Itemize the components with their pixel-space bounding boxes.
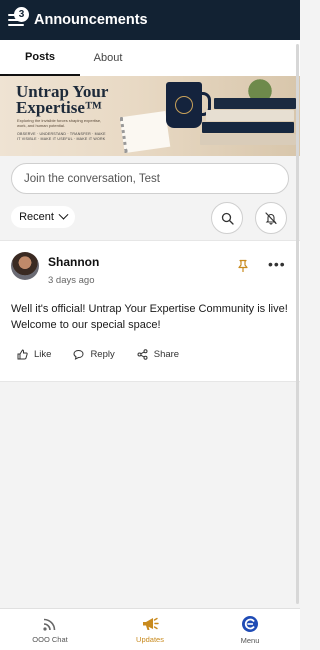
more-options-icon[interactable]: ••• [268,257,286,271]
share-icon [137,349,148,360]
nav-ooo-chat[interactable]: OOO Chat [0,609,100,650]
rss-icon [43,618,56,631]
book-illustration [206,110,294,121]
avatar[interactable] [11,252,39,280]
chevron-down-icon [58,209,69,220]
composer-field[interactable] [11,163,289,194]
reply-label: Reply [90,349,115,360]
pin-icon [238,259,248,272]
bottom-navigation: OOO Chat Updates Menu [0,608,300,650]
menu-button[interactable]: 3 [8,7,30,31]
search-button[interactable] [211,202,243,234]
mug-illustration [166,82,211,128]
post-author[interactable]: Shannon [48,255,99,269]
banner-title: Untrap Your Expertise™ [16,82,109,117]
nav-label: Updates [136,635,164,644]
tab-posts[interactable]: Posts [0,40,80,76]
sort-label: Recent [19,211,54,223]
cover-banner: Untrap Your Expertise™ Exploring the inv… [0,76,300,156]
composer-input[interactable] [24,172,274,185]
banner-subtitle: Exploring the invisible forces shaping e… [17,118,102,128]
top-bar: 3 Announcements [0,0,300,40]
banner-keywords: OBSERVE · UNDERSTAND · TRANSFER · MAKE I… [17,132,106,141]
thumbs-up-icon [17,349,28,360]
book-illustration [214,98,296,109]
chat-bubble-icon [73,349,84,360]
search-icon [221,212,234,225]
post-card[interactable]: Shannon 3 days ago ••• Well it's officia… [0,240,300,382]
share-button[interactable]: Share [137,349,179,360]
notebook-illustration [119,110,171,154]
notification-badge: 3 [14,7,29,22]
book-illustration [200,134,296,145]
scrollbar[interactable] [296,44,299,604]
tab-bar: Posts About [0,40,300,76]
mute-notifications-button[interactable] [255,202,287,234]
sort-dropdown[interactable]: Recent [11,206,75,228]
nav-label: OOO Chat [32,635,68,644]
post-timestamp: 3 days ago [48,275,95,286]
book-illustration [202,122,294,133]
nav-updates[interactable]: Updates [100,609,200,650]
like-label: Like [34,349,52,360]
tab-about[interactable]: About [80,40,136,76]
share-label: Share [153,349,180,360]
menu-logo-icon [242,616,258,632]
post-body: Well it's official! Untrap Your Expertis… [11,303,288,331]
reply-button[interactable]: Reply [73,349,115,360]
megaphone-icon [143,617,159,630]
nav-menu[interactable]: Menu [200,609,300,650]
plant-decoration [240,76,280,100]
post-actions: Like Reply Share [17,349,201,360]
nav-label: Menu [240,636,260,645]
like-button[interactable]: Like [17,349,51,360]
page-title: Announcements [34,12,148,28]
bell-off-icon [265,212,277,225]
